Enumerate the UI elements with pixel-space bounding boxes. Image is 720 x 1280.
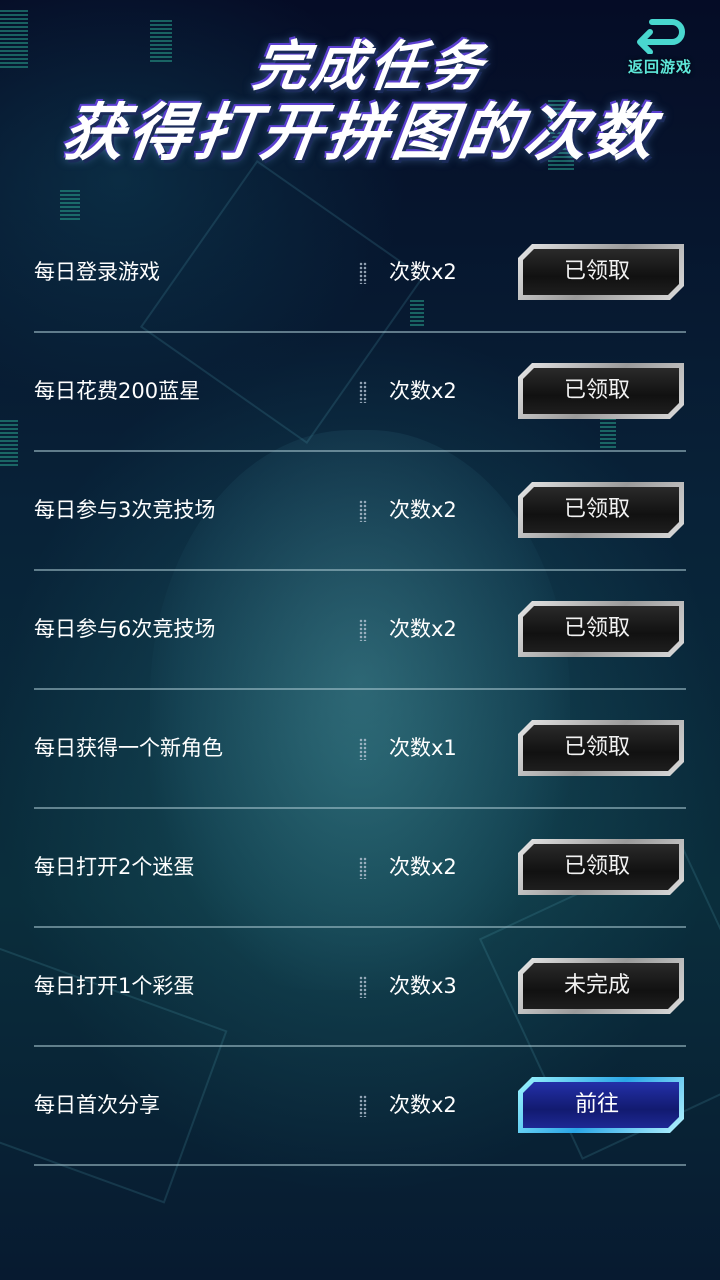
claimed-button[interactable]: 已领取 <box>518 244 684 300</box>
task-name: 每日打开2个迷蛋 <box>34 855 195 879</box>
dotted-divider <box>359 976 367 998</box>
claimed-button[interactable]: 已领取 <box>518 601 684 657</box>
task-name: 每日登录游戏 <box>34 260 160 284</box>
task-reward: 次数x2 <box>389 498 457 522</box>
dotted-divider <box>359 262 367 284</box>
return-arrow-icon <box>637 19 685 54</box>
task-reward: 次数x3 <box>389 974 457 998</box>
task-row: 每日花费200蓝星 次数x2 已领取 <box>34 333 686 452</box>
button-label: 未完成 <box>563 973 630 998</box>
task-list: 每日登录游戏 次数x2 已领取 每日花费200蓝星 次数x2 已领取 每日参与3… <box>34 214 686 1166</box>
button-label: 已领取 <box>563 378 630 403</box>
claimed-button[interactable]: 已领取 <box>518 720 684 776</box>
button-label: 已领取 <box>563 735 630 760</box>
task-name: 每日获得一个新角色 <box>34 736 223 760</box>
decor-bar <box>0 10 28 70</box>
incomplete-button[interactable]: 未完成 <box>518 958 684 1014</box>
dotted-divider <box>359 619 367 641</box>
task-reward: 次数x1 <box>389 736 457 760</box>
task-name: 每日参与6次竞技场 <box>34 617 216 641</box>
dotted-divider <box>359 1095 367 1117</box>
button-label: 已领取 <box>563 854 630 879</box>
task-row: 每日参与3次竞技场 次数x2 已领取 <box>34 452 686 571</box>
button-label: 已领取 <box>563 616 630 641</box>
task-reward: 次数x2 <box>389 379 457 403</box>
decor-bar <box>548 100 574 170</box>
claimed-button[interactable]: 已领取 <box>518 363 684 419</box>
back-to-game-button[interactable]: 返回游戏 <box>618 18 702 84</box>
dotted-divider <box>359 500 367 522</box>
task-reward: 次数x2 <box>389 855 457 879</box>
claimed-button[interactable]: 已领取 <box>518 839 684 895</box>
task-row: 每日获得一个新角色 次数x1 已领取 <box>34 690 686 809</box>
task-reward: 次数x2 <box>389 617 457 641</box>
button-label: 已领取 <box>563 259 630 284</box>
task-row: 每日参与6次竞技场 次数x2 已领取 <box>34 571 686 690</box>
task-name: 每日花费200蓝星 <box>34 379 201 403</box>
go-button[interactable]: 前往 <box>518 1077 684 1133</box>
task-reward: 次数x2 <box>389 1093 457 1117</box>
task-row: 每日打开2个迷蛋 次数x2 已领取 <box>34 809 686 928</box>
task-name: 每日参与3次竞技场 <box>34 498 216 522</box>
back-label: 返回游戏 <box>627 58 692 76</box>
task-name: 每日打开1个彩蛋 <box>34 974 195 998</box>
claimed-button[interactable]: 已领取 <box>518 482 684 538</box>
button-label: 已领取 <box>563 497 630 522</box>
dotted-divider <box>359 857 367 879</box>
task-name: 每日首次分享 <box>34 1093 160 1117</box>
dotted-divider <box>359 738 367 760</box>
task-row: 每日首次分享 次数x2 前往 <box>34 1047 686 1166</box>
task-reward: 次数x2 <box>389 260 457 284</box>
dotted-divider <box>359 381 367 403</box>
task-row: 每日登录游戏 次数x2 已领取 <box>34 214 686 333</box>
decor-bar <box>150 20 172 62</box>
task-row: 每日打开1个彩蛋 次数x3 未完成 <box>34 928 686 1047</box>
decor-bar <box>0 420 18 466</box>
button-label: 前往 <box>574 1092 619 1117</box>
